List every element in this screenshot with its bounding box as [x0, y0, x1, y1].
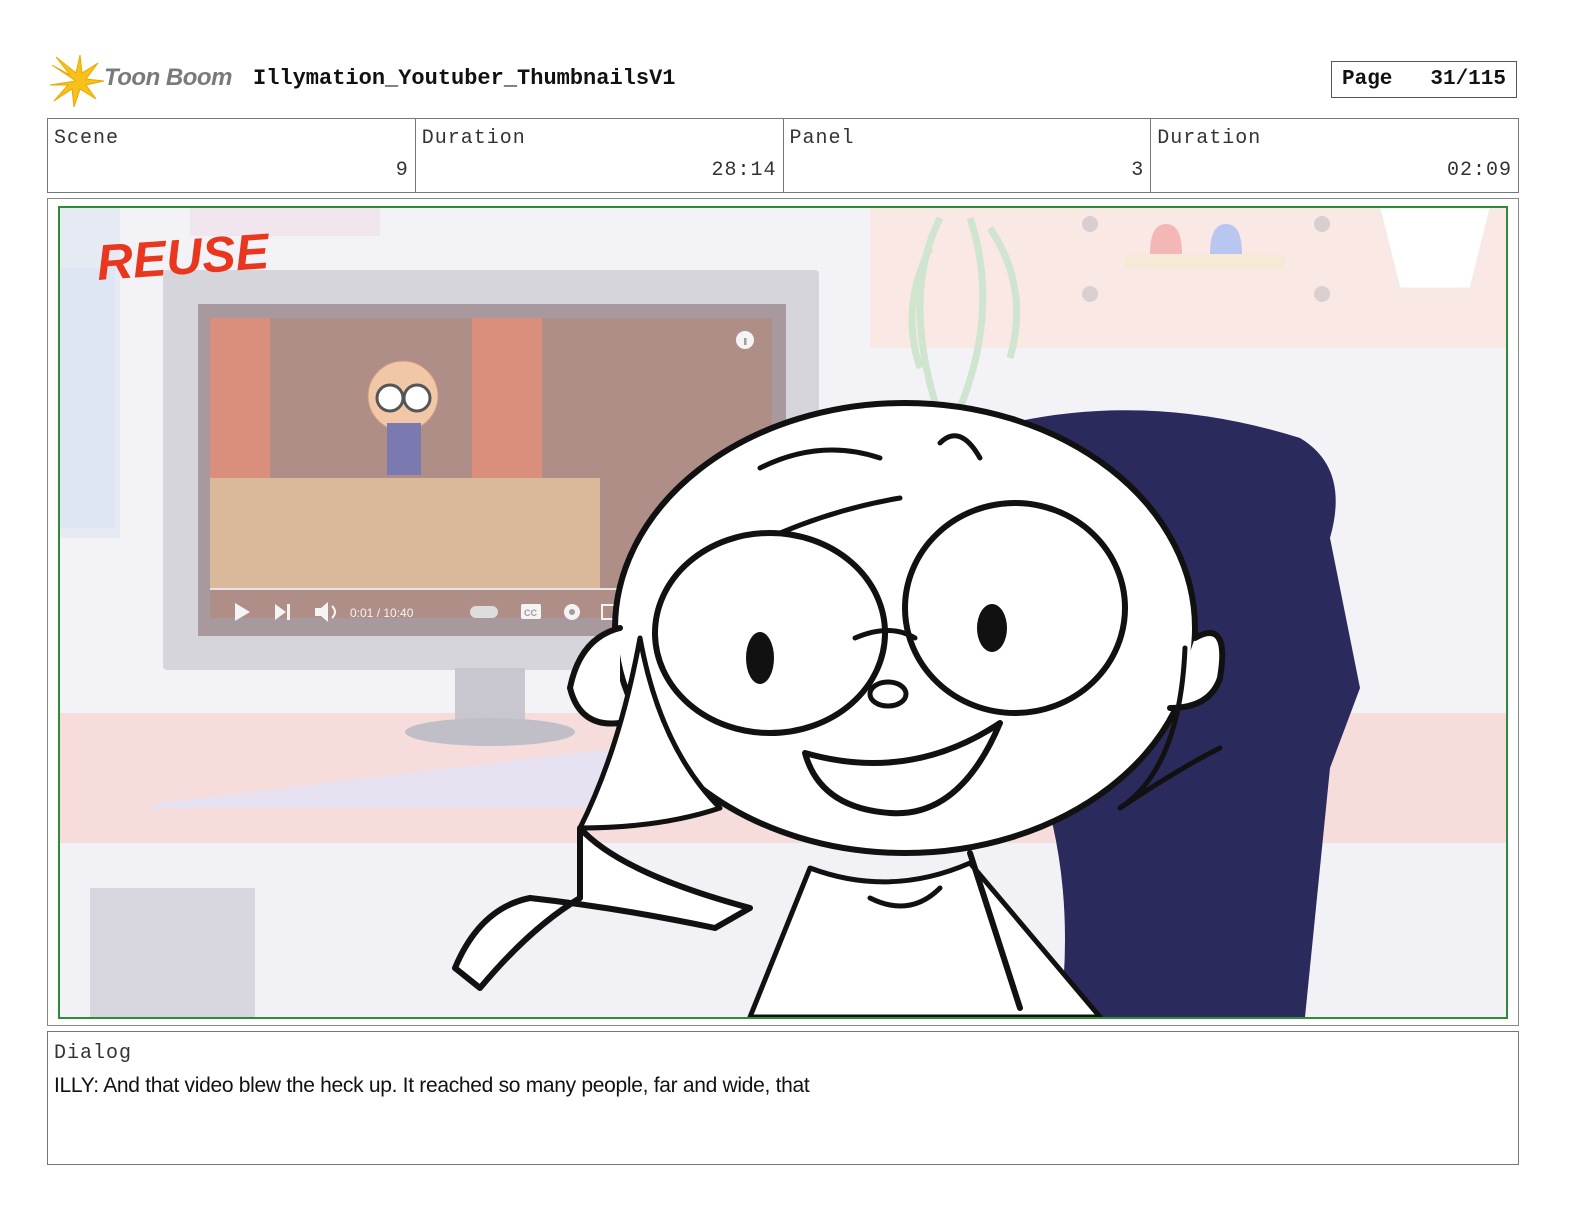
- settings-icon[interactable]: [564, 604, 580, 620]
- scene-label: Scene: [54, 127, 120, 150]
- scene-cell: Scene 9: [48, 119, 416, 192]
- dialog-label: Dialog: [54, 1042, 133, 1065]
- info-icon[interactable]: [736, 331, 754, 349]
- panel-value: 3: [1131, 159, 1145, 182]
- dialog-text: ILLY: And that video blew the heck up. I…: [54, 1074, 810, 1097]
- panel-label: Panel: [789, 127, 855, 150]
- panel-duration-cell: Duration 02:09: [1151, 119, 1518, 192]
- toon-boom-logo: Toon Boom: [50, 55, 240, 107]
- scene-value: 9: [395, 159, 409, 182]
- scene-duration-value: 28:14: [711, 159, 777, 182]
- autoplay-toggle-icon[interactable]: [470, 606, 498, 618]
- scene-duration-cell: Duration 28:14: [416, 119, 784, 192]
- panel-cell: Panel 3: [784, 119, 1152, 192]
- page-indicator: Page 31/115: [1331, 61, 1517, 98]
- scene-duration-label: Duration: [421, 127, 526, 150]
- panel-duration-label: Duration: [1157, 127, 1262, 150]
- starburst-icon: [50, 55, 104, 107]
- storyboard-drawing: 0:01 / 10:40 CC REUSE: [60, 208, 1506, 1017]
- page-label: Page: [1342, 68, 1393, 91]
- panel-image: 0:01 / 10:40 CC REUSE: [58, 206, 1508, 1019]
- svg-text:CC: CC: [524, 608, 537, 618]
- info-row: Scene 9 Duration 28:14 Panel 3 Duration …: [47, 118, 1519, 193]
- page-number: 31/115: [1430, 68, 1506, 91]
- project-title: Illymation_Youtuber_ThumbnailsV1: [253, 66, 676, 91]
- panel-duration-value: 02:09: [1446, 159, 1512, 182]
- logo-text: Toon Boom: [104, 64, 232, 91]
- captions-icon[interactable]: CC: [521, 604, 541, 619]
- video-time: 0:01 / 10:40: [350, 606, 414, 620]
- dialog-box: Dialog ILLY: And that video blew the hec…: [47, 1031, 1519, 1165]
